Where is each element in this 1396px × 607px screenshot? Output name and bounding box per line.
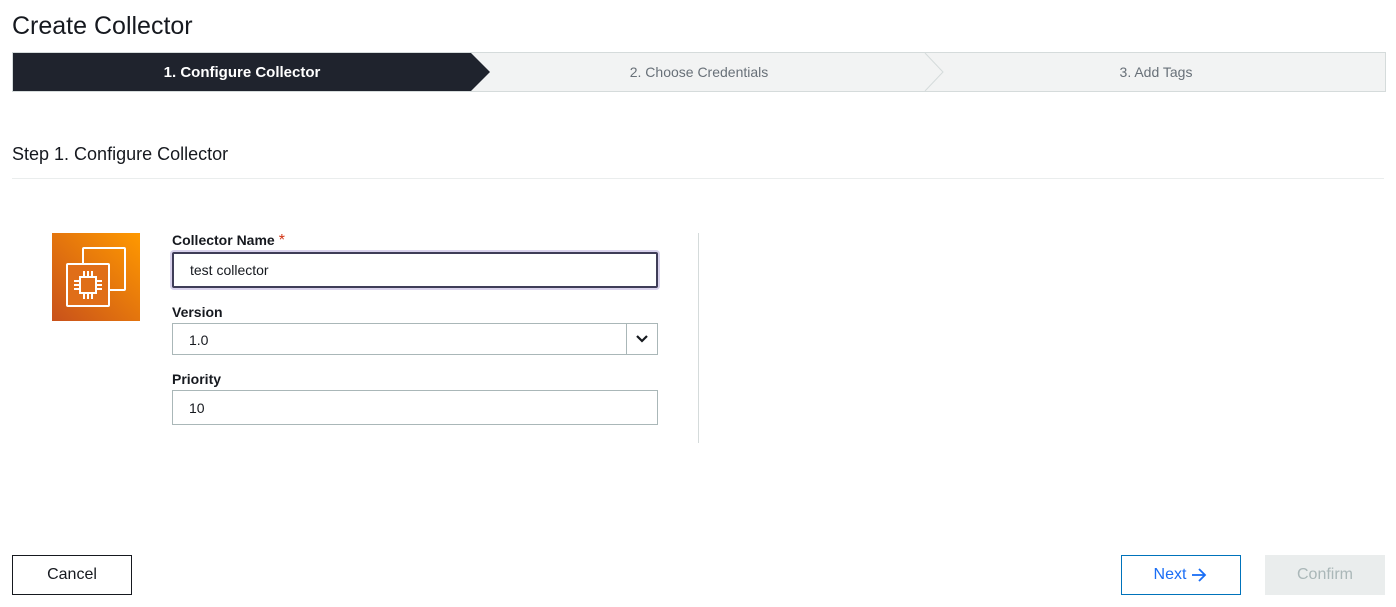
section-divider [12, 178, 1384, 179]
next-button[interactable]: Next [1121, 555, 1241, 595]
step-label: 3. Add Tags [1119, 64, 1193, 80]
form-divider [698, 233, 699, 443]
chevron-down-icon [636, 335, 648, 343]
collector-name-label: Collector Name [172, 232, 275, 248]
collector-form: Collector Name* Version 1.0 Priority [172, 232, 658, 425]
step-choose-credentials[interactable]: 2. Choose Credentials [483, 53, 915, 91]
priority-input[interactable] [172, 390, 658, 425]
step-label: 2. Choose Credentials [629, 64, 769, 80]
wizard-stepper: 1. Configure Collector 2. Choose Credent… [12, 52, 1386, 92]
version-label: Version [172, 304, 223, 320]
page-title: Create Collector [12, 12, 193, 40]
step-add-tags[interactable]: 3. Add Tags [927, 53, 1385, 91]
collector-name-input[interactable] [172, 252, 658, 288]
collector-name-label-row: Collector Name * [172, 232, 658, 249]
required-mark: * [278, 232, 285, 249]
step-label: 1. Configure Collector [163, 63, 321, 81]
confirm-button[interactable]: Confirm [1265, 555, 1385, 595]
section-title: Step 1. Configure Collector [12, 144, 229, 164]
cancel-button[interactable]: Cancel [12, 555, 132, 595]
version-value: 1.0 [189, 332, 209, 348]
priority-label: Priority [172, 371, 222, 387]
arrow-right-icon [1192, 568, 1207, 582]
confirm-label: Confirm [1296, 566, 1353, 583]
step-configure-collector[interactable]: 1. Configure Collector [13, 53, 490, 91]
collector-logo [52, 233, 140, 321]
next-label: Next [1153, 566, 1187, 583]
version-dropdown-button[interactable] [626, 324, 657, 354]
version-select[interactable]: 1.0 [172, 323, 658, 355]
cancel-label: Cancel [47, 566, 97, 583]
chip-icon [66, 247, 126, 307]
